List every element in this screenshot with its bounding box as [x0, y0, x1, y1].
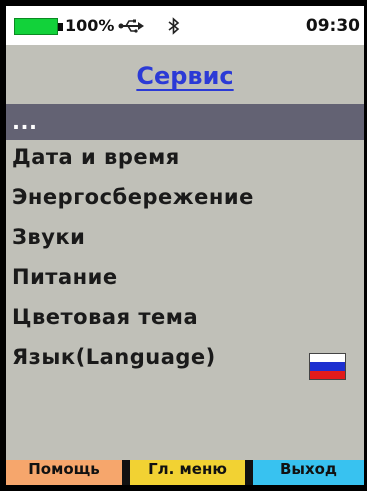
menu-item-sounds[interactable]: Звуки [6, 225, 364, 260]
page-title: Сервис [6, 62, 364, 90]
menu-item-language[interactable]: Язык(Language) [6, 345, 364, 380]
exit-button[interactable]: Выход [253, 460, 364, 485]
usb-icon [118, 19, 144, 33]
menu-item-power-saving[interactable]: Энергосбережение [6, 185, 364, 220]
clock: 09:30 [305, 16, 360, 36]
main-menu-button[interactable]: Гл. меню [130, 460, 245, 485]
battery-icon [14, 18, 58, 35]
menu-item-date-time[interactable]: Дата и время [6, 145, 364, 180]
battery-percent: 100% [65, 16, 115, 35]
device-screen: 100% 09:30 Сервис ... Дата и время Энерг… [0, 0, 367, 491]
menu-item-power[interactable]: Питание [6, 265, 364, 300]
service-menu: ... Дата и время Энергосбережение Звуки … [6, 104, 364, 380]
menu-item-language-label: Язык(Language) [12, 345, 216, 369]
battery-tip [58, 23, 63, 31]
menu-item-color-theme[interactable]: Цветовая тема [6, 305, 364, 340]
help-button[interactable]: Помощь [6, 460, 122, 485]
service-panel: Сервис ... Дата и время Энергосбережение… [6, 45, 364, 460]
page-title-text: Сервис [136, 62, 234, 90]
status-bar: 100% 09:30 [6, 6, 364, 45]
bluetooth-icon [168, 17, 180, 35]
softkey-bar: Помощь Гл. меню Выход [6, 460, 364, 485]
russian-flag-icon [309, 353, 346, 380]
menu-item-back[interactable]: ... [6, 104, 364, 140]
